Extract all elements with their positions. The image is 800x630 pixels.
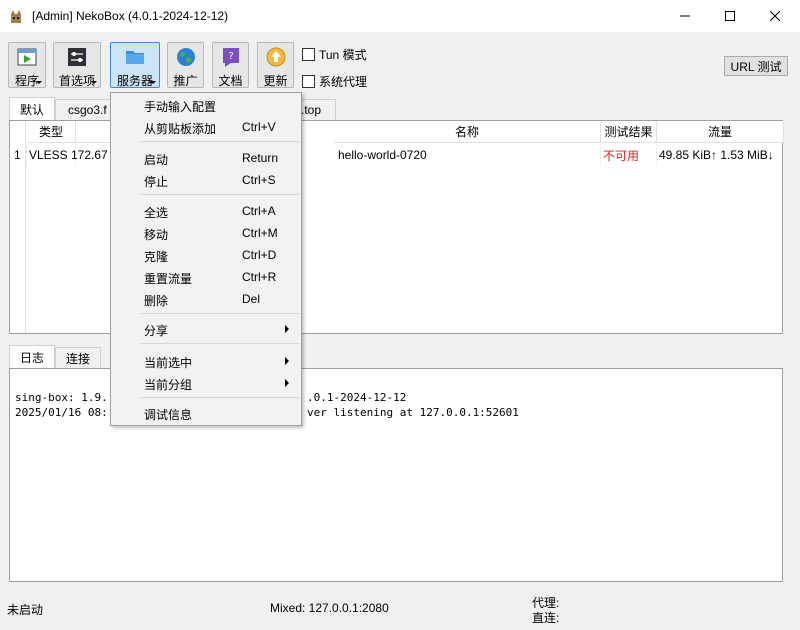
menu-item-current-group[interactable]: 当前分组 xyxy=(111,373,301,393)
preferences-button[interactable]: 首选项 xyxy=(53,42,101,88)
document-question-icon: ? xyxy=(222,48,239,67)
minimize-button[interactable] xyxy=(662,0,708,32)
row-test-result: 不可用 xyxy=(601,144,657,166)
maximize-button[interactable] xyxy=(707,0,753,32)
server-context-menu: 手动输入配置 从剪贴板添加 Ctrl+V 启动 Return 停止 Ctrl+S 全选… xyxy=(110,92,302,426)
tun-mode-check-box[interactable] xyxy=(302,48,315,61)
svg-text:?: ? xyxy=(228,51,233,62)
log-line-2-right: ver listening at 127.0.0.1:52601 xyxy=(307,406,519,419)
menu-item-select-all[interactable]: 全选 Ctrl+A xyxy=(111,201,301,221)
menu-separator xyxy=(141,141,299,142)
nekobox-app-icon xyxy=(11,10,21,23)
group-tab-default[interactable]: 默认 xyxy=(9,97,55,120)
menu-item-move[interactable]: 移动 Ctrl+M xyxy=(111,223,301,243)
menu-item-add-from-clipboard[interactable]: 从剪贴板添加 Ctrl+V xyxy=(111,117,301,137)
chevron-down-icon xyxy=(36,81,42,84)
system-proxy-check-box[interactable] xyxy=(302,75,315,88)
menu-separator xyxy=(141,343,299,344)
url-test-button[interactable]: URL 测试 xyxy=(724,56,788,76)
menu-item-current-selection[interactable]: 当前选中 xyxy=(111,351,301,371)
menu-item-share[interactable]: 分享 xyxy=(111,319,301,339)
update-label: 更新 xyxy=(263,74,288,88)
system-proxy-label: 系统代理 xyxy=(319,75,368,89)
update-icon xyxy=(266,47,285,67)
tun-mode-label: Tun 模式 xyxy=(319,48,367,62)
row-index: 1 xyxy=(10,144,27,166)
submenu-arrow-icon xyxy=(285,325,289,333)
status-mixed-port: Mixed: 127.0.0.1:2080 xyxy=(270,601,389,615)
server-folder-icon xyxy=(126,51,144,64)
title-bar: [Admin] NekoBox (4.0.1-2024-12-12) xyxy=(0,0,800,32)
chevron-down-icon xyxy=(91,81,97,84)
program-button[interactable]: 程序 xyxy=(8,42,46,88)
window-title: [Admin] NekoBox (4.0.1-2024-12-12) xyxy=(32,9,229,23)
docs-button[interactable]: ? 文档 xyxy=(212,42,249,88)
tun-mode-checkbox[interactable]: Tun 模式 xyxy=(302,46,367,63)
header-test-result[interactable]: 测试结果 xyxy=(601,121,657,143)
close-button[interactable] xyxy=(752,0,798,32)
docs-label: 文档 xyxy=(218,74,243,88)
submenu-arrow-icon xyxy=(285,357,289,365)
maximize-icon xyxy=(725,11,735,21)
menu-item-stop[interactable]: 停止 Ctrl+S xyxy=(111,170,301,190)
menu-item-clone[interactable]: 克隆 Ctrl+D xyxy=(111,245,301,265)
submenu-arrow-icon xyxy=(285,379,289,387)
tab-log[interactable]: 日志 xyxy=(9,345,55,368)
menu-separator xyxy=(141,313,299,314)
minimize-icon xyxy=(680,15,690,17)
promote-label: 推广 xyxy=(173,74,198,88)
group-tab-csgo3[interactable]: csgo3.f xyxy=(55,99,113,120)
group-tab-top[interactable]: .top xyxy=(298,99,336,120)
status-running-state: 未启动 xyxy=(7,603,44,617)
promote-button[interactable]: 推广 xyxy=(167,42,204,88)
header-name[interactable]: 名称 xyxy=(334,121,601,143)
menu-separator xyxy=(141,194,299,195)
menu-separator xyxy=(141,397,299,398)
menu-item-debug-info[interactable]: 调试信息 xyxy=(111,403,301,423)
server-button[interactable]: 服务器 xyxy=(110,42,160,88)
menu-item-start[interactable]: 启动 Return xyxy=(111,148,301,168)
row-traffic: 49.85 KiB↑ 1.53 MiB↓ xyxy=(657,144,784,166)
program-icon xyxy=(17,48,37,66)
preferences-icon xyxy=(68,48,86,66)
update-button[interactable]: 更新 xyxy=(257,42,294,88)
tab-connections[interactable]: 连接 xyxy=(55,347,101,368)
log-line-1-left: sing-box: 1.9. xyxy=(15,391,108,404)
chevron-down-icon xyxy=(150,81,156,84)
header-type[interactable]: 类型 xyxy=(27,121,76,143)
system-proxy-checkbox[interactable]: 系统代理 xyxy=(302,73,367,90)
row-name: hello-world-0720 xyxy=(334,144,601,166)
log-line-1-right: .0.1-2024-12-12 xyxy=(307,391,407,404)
menu-item-manual-input[interactable]: 手动输入配置 xyxy=(111,95,301,115)
header-traffic[interactable]: 流量 xyxy=(657,121,784,143)
globe-icon xyxy=(176,48,195,66)
status-direct: 直连: xyxy=(532,611,560,625)
menu-item-reset-traffic[interactable]: 重置流量 Ctrl+R xyxy=(111,267,301,287)
menu-item-delete[interactable]: 删除 Del xyxy=(111,289,301,309)
log-line-2-left: 2025/01/16 08: xyxy=(15,406,108,419)
close-icon xyxy=(770,11,780,21)
